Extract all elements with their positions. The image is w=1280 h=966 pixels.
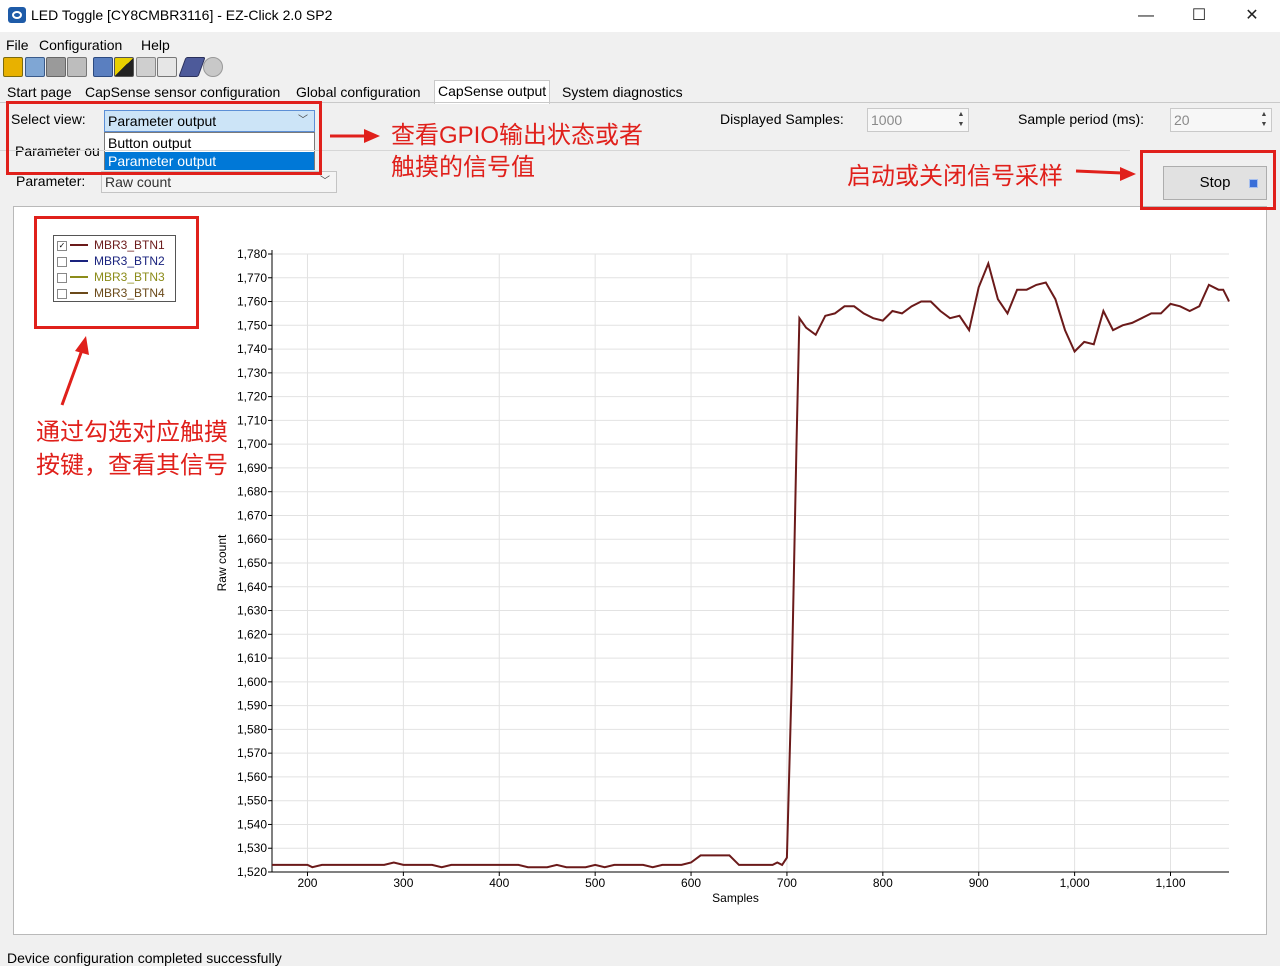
arrow-to-stop — [1075, 167, 1136, 181]
annotation-dropdown-line1: 查看GPIO输出状态或者 — [391, 122, 644, 149]
annotation-legend-line2: 按键，查看其信号 — [36, 452, 228, 479]
annotation-dropdown-line2: 触摸的信号值 — [391, 154, 535, 181]
annotation-legend-line1: 通过勾选对应触摸 — [36, 419, 228, 446]
annotation-stop: 启动或关闭信号采样 — [847, 163, 1063, 190]
status-bar: Device configuration completed successfu… — [0, 945, 1280, 966]
status-text: Device configuration completed successfu… — [7, 950, 282, 966]
arrow-to-dropdown — [330, 129, 380, 143]
arrow-to-legend — [60, 336, 89, 406]
